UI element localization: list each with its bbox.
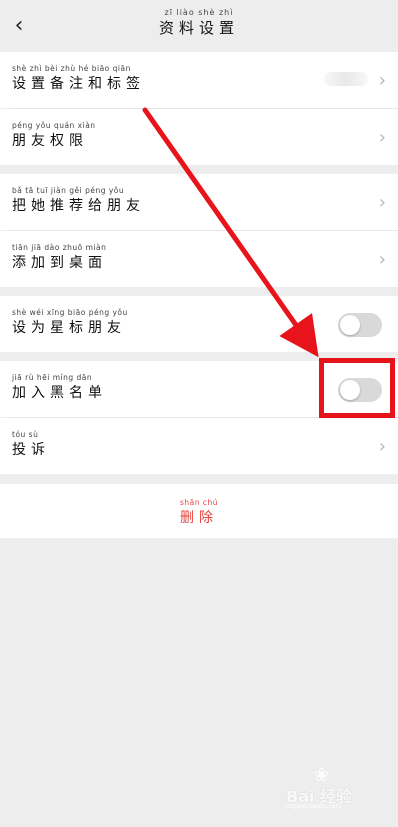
watermark: ❀ Bai 经验 jingyan.baidu.com <box>286 765 376 810</box>
annotation-highlight-box <box>319 358 395 418</box>
watermark-sub: jingyan.baidu.com <box>286 803 342 810</box>
